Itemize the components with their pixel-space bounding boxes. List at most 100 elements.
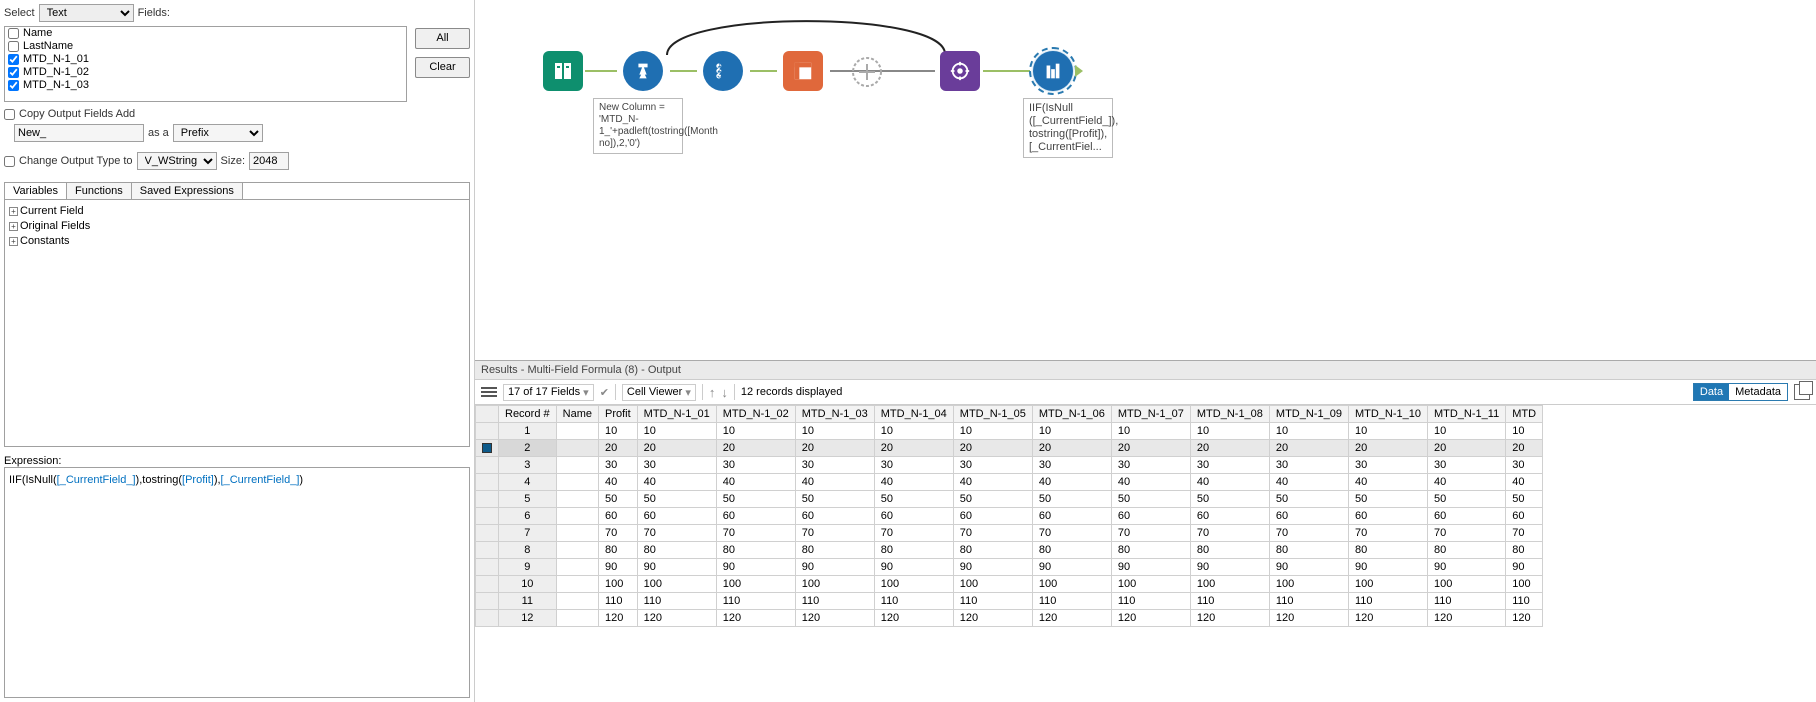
cell[interactable]: 30 [598,457,637,474]
cell[interactable]: 11 [499,593,557,610]
cell[interactable]: 60 [637,508,716,525]
row-marker[interactable] [476,508,499,525]
row-marker[interactable] [476,474,499,491]
cell[interactable] [556,593,598,610]
column-header[interactable]: MTD_N-1_10 [1348,406,1427,423]
field-item[interactable]: MTD_N-1_02 [5,66,406,79]
cell[interactable]: 80 [716,542,795,559]
metadata-tab[interactable]: Metadata [1729,384,1787,400]
cell[interactable]: 2 [499,440,557,457]
cell[interactable]: 30 [1269,457,1348,474]
cell[interactable]: 50 [795,491,874,508]
cell[interactable]: 60 [1190,508,1269,525]
table-row[interactable]: 220202020202020202020202020 [476,440,1543,457]
cell[interactable]: 70 [598,525,637,542]
cell[interactable]: 4 [499,474,557,491]
cell[interactable]: 50 [598,491,637,508]
cell[interactable]: 120 [795,610,874,627]
cell[interactable]: 30 [1506,457,1543,474]
cell[interactable]: 7 [499,525,557,542]
multi-field-formula-tool[interactable] [1033,51,1073,91]
cell[interactable]: 10 [1111,423,1190,440]
row-marker[interactable] [476,593,499,610]
cell[interactable]: 100 [1269,576,1348,593]
cell[interactable]: 20 [1348,440,1427,457]
cell[interactable]: 120 [1427,610,1505,627]
cell[interactable]: 20 [598,440,637,457]
cell[interactable]: 70 [1190,525,1269,542]
cell[interactable]: 70 [874,525,953,542]
cell[interactable]: 70 [795,525,874,542]
cell[interactable]: 40 [1506,474,1543,491]
table-row[interactable]: 1010010010010010010010010010010010010010… [476,576,1543,593]
cell[interactable]: 60 [598,508,637,525]
column-header[interactable]: MTD_N-1_09 [1269,406,1348,423]
cell[interactable]: 30 [1190,457,1269,474]
expand-icon[interactable]: + [9,207,18,216]
cell[interactable]: 3 [499,457,557,474]
cell[interactable]: 90 [1190,559,1269,576]
select-type-dropdown[interactable]: Text [39,4,134,22]
cell[interactable]: 50 [1506,491,1543,508]
cell[interactable]: 10 [795,423,874,440]
cell[interactable]: 70 [1427,525,1505,542]
cell[interactable]: 80 [1111,542,1190,559]
cell[interactable]: 120 [598,610,637,627]
tab-saved-expressions[interactable]: Saved Expressions [132,183,243,199]
column-header[interactable]: Record # [499,406,557,423]
cell[interactable] [556,610,598,627]
cell[interactable]: 80 [795,542,874,559]
cell[interactable]: 120 [637,610,716,627]
table-row[interactable]: 770707070707070707070707070 [476,525,1543,542]
cell[interactable]: 40 [1348,474,1427,491]
cell[interactable]: 100 [953,576,1032,593]
cell[interactable]: 40 [1032,474,1111,491]
cell[interactable]: 30 [874,457,953,474]
cell[interactable]: 70 [637,525,716,542]
field-item[interactable]: MTD_N-1_03 [5,79,406,92]
cell[interactable]: 40 [598,474,637,491]
cell[interactable]: 120 [1190,610,1269,627]
cell[interactable]: 20 [716,440,795,457]
cell[interactable]: 50 [637,491,716,508]
cell[interactable]: 6 [499,508,557,525]
cell[interactable]: 10 [1269,423,1348,440]
cell[interactable]: 1 [499,423,557,440]
cell[interactable]: 70 [1032,525,1111,542]
cell[interactable]: 10 [499,576,557,593]
cell[interactable]: 40 [637,474,716,491]
prefix-suffix-dropdown[interactable]: Prefix [173,124,263,142]
table-row[interactable]: 1212012012012012012012012012012012012012… [476,610,1543,627]
cell[interactable]: 60 [1348,508,1427,525]
cell[interactable]: 60 [1427,508,1505,525]
cell[interactable]: 80 [1269,542,1348,559]
disabled-tool[interactable] [851,56,883,88]
cell[interactable]: 10 [716,423,795,440]
cell[interactable]: 110 [716,593,795,610]
table-row[interactable]: 990909090909090909090909090 [476,559,1543,576]
data-metadata-toggle[interactable]: Data Metadata [1693,383,1788,401]
clear-button[interactable]: Clear [415,57,470,78]
cell[interactable]: 60 [1111,508,1190,525]
column-header[interactable]: MTD_N-1_05 [953,406,1032,423]
cell[interactable]: 20 [1111,440,1190,457]
cell[interactable]: 120 [1032,610,1111,627]
cell[interactable]: 20 [795,440,874,457]
cell[interactable]: 8 [499,542,557,559]
cell[interactable] [556,491,598,508]
cell[interactable]: 100 [716,576,795,593]
expand-icon[interactable]: + [9,237,18,246]
cell[interactable]: 90 [953,559,1032,576]
cell[interactable]: 9 [499,559,557,576]
fields-dropdown[interactable]: 17 of 17 Fields▾ [503,384,594,401]
cell[interactable]: 100 [1190,576,1269,593]
column-header[interactable]: MTD_N-1_01 [637,406,716,423]
column-header[interactable]: MTD_N-1_06 [1032,406,1111,423]
cell[interactable]: 90 [1111,559,1190,576]
cell[interactable]: 110 [874,593,953,610]
cell[interactable]: 100 [1348,576,1427,593]
record-id-tool[interactable]: 123 [703,51,743,91]
prefix-value-input[interactable] [14,124,144,142]
table-row[interactable]: 1111011011011011011011011011011011011011… [476,593,1543,610]
row-marker[interactable] [476,440,499,457]
